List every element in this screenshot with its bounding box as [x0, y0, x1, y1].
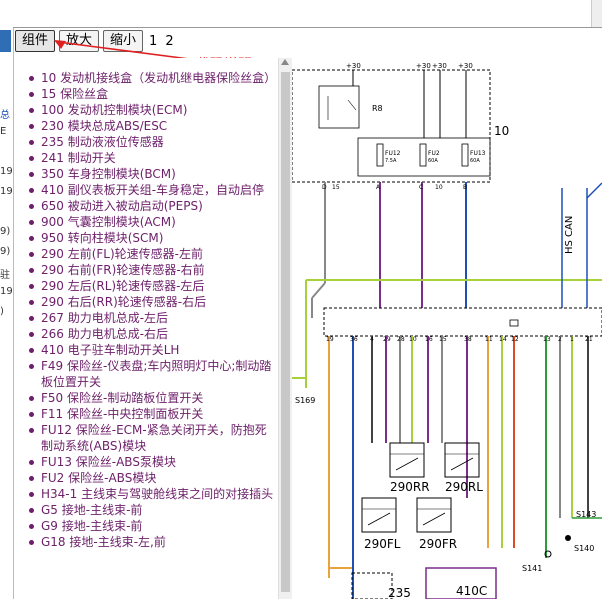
list-scrollbar[interactable] — [278, 58, 292, 599]
module-pin: 19 — [326, 336, 334, 343]
module-pin: 36 — [350, 336, 358, 343]
module-pin: 15 — [439, 336, 447, 343]
left-fragment: 9) — [0, 226, 11, 237]
left-fragment: 9) — [0, 246, 11, 257]
diagram-lines — [292, 69, 602, 599]
component-list-item[interactable]: 290 左前(FL)轮速传感器-左前 — [29, 246, 275, 262]
component-list-item[interactable]: G5 接地-主线束-前 — [29, 502, 275, 518]
connector-pin: B — [463, 184, 468, 191]
module-pin: 29 — [383, 336, 391, 343]
component-list-item[interactable]: 950 转向柱模块(SCM) — [29, 230, 275, 246]
component-list-item[interactable]: F50 保险丝-制动踏板位置开关 — [29, 390, 275, 406]
relay-label: R8 — [372, 104, 383, 113]
component-list-item[interactable]: 900 气囊控制模块(ACM) — [29, 214, 275, 230]
left-pane-edge: 总 E 19 19 9) 9) 驻 19 ) — [0, 0, 14, 599]
module-pin: 2 — [558, 336, 562, 343]
component-list-item[interactable]: 241 制动开关 — [29, 150, 275, 166]
left-pane-tab[interactable] — [0, 30, 11, 52]
component-list-item[interactable]: 290 右前(FR)轮速传感器-右前 — [29, 262, 275, 278]
component-list-item[interactable]: 267 助力电机总成-左后 — [29, 310, 275, 326]
module-pin: 1 — [570, 336, 574, 343]
connector-pin: 15 — [332, 184, 340, 191]
window-corner — [591, 0, 602, 27]
left-fragment: 19 — [0, 186, 13, 197]
hs-can-label: HS CAN — [564, 215, 575, 254]
left-fragment: 19 — [0, 166, 13, 177]
component-button[interactable]: 组件 — [15, 30, 56, 52]
component-list-item[interactable]: FU13 保险丝-ABS泵模块 — [29, 454, 275, 470]
component-list-item[interactable]: H34-1 主线束与驾驶舱线束之间的对接插头 — [29, 486, 275, 502]
fuse-name: FU12 — [385, 150, 401, 157]
supply-label: +30 — [458, 62, 473, 70]
component-list-item[interactable]: 10 发动机接线盒（发动机继电器保险丝盒） — [29, 70, 275, 86]
module-pin: 10 — [409, 336, 417, 343]
module-pin: 38 — [464, 336, 472, 343]
module-pin: 4 — [370, 336, 374, 343]
component-235-label: 235 — [388, 586, 411, 599]
component-list-item[interactable]: 410 副仪表板开关组-车身稳定，自动启停 — [29, 182, 275, 198]
component-list-item[interactable]: F11 保险丝-中央控制面板开关 — [29, 406, 275, 422]
component-list-item[interactable]: G9 接地-主线束-前 — [29, 518, 275, 534]
component-list-item[interactable]: 650 被动进入被动启动(PEPS) — [29, 198, 275, 214]
component-list-item[interactable]: 15 保险丝盒 — [29, 86, 275, 102]
wiring-diagram: +30 +30 +30 +30 R8 10 FU12 7.5A FU2 60A … — [292, 58, 602, 599]
scroll-thumb[interactable] — [281, 72, 290, 592]
left-fragment: ) — [0, 306, 4, 317]
component-list-item[interactable]: FU2 保险丝-ABS模块 — [29, 470, 275, 486]
connector-pin: A — [376, 184, 381, 191]
component-list-item[interactable]: F49 保险丝-仪表盘;车内照明灯中心;制动踏板位置开关 — [29, 358, 275, 390]
component-list-item[interactable]: 230 模块总成ABS/ESC — [29, 118, 275, 134]
component-list-item[interactable]: 350 车身控制模块(BCM) — [29, 166, 275, 182]
sensor-label-fl: 290FL — [364, 537, 401, 551]
module-pin: 14 — [499, 336, 507, 343]
left-fragment: 19 — [0, 286, 13, 297]
component-list-item[interactable]: 410 电子驻车制动开关LH — [29, 342, 275, 358]
module-pin: 11 — [485, 336, 493, 343]
splice-label: S140 — [574, 544, 595, 553]
supply-label: +30 — [346, 62, 361, 70]
component-list: 10 发动机接线盒（发动机继电器保险丝盒） 15 保险丝盒 100 发动机控制模块(… — [15, 58, 275, 550]
component-list-item[interactable]: 100 发动机控制模块(ECM) — [29, 102, 275, 118]
sensor-label-rr: 290RR — [390, 480, 430, 494]
top-strip — [13, 0, 602, 28]
component-list-item[interactable]: 235 制动液液位传感器 — [29, 134, 275, 150]
splice-label: S169 — [295, 396, 316, 405]
left-fragment: 驻 — [0, 270, 10, 281]
splice-label: S141 — [522, 564, 543, 573]
sensor-label-rl: 290RL — [445, 480, 483, 494]
component-list-item[interactable]: 290 右后(RR)轮速传感器-右后 — [29, 294, 275, 310]
module-pin: 21 — [585, 336, 593, 343]
sensor-label-fr: 290FR — [419, 537, 458, 551]
module-pin: 28 — [397, 336, 405, 343]
component-list-panel: 10 发动机接线盒（发动机继电器保险丝盒） 15 保险丝盒 100 发动机控制模块(… — [15, 58, 275, 599]
component-410c-label: 410C — [456, 584, 488, 598]
junction-box-label: 10 — [494, 124, 510, 138]
splice-label: S143 — [576, 510, 597, 519]
component-list-item[interactable]: FU12 保险丝-ECM-紧急关闭开关，防抱死制动系统(ABS)模块 — [29, 422, 275, 454]
fuse-name: FU13 — [470, 150, 486, 157]
component-list-item[interactable]: 266 助力电机总成-右后 — [29, 326, 275, 342]
left-fragment: E — [0, 126, 7, 137]
scroll-up-icon[interactable] — [281, 59, 289, 65]
module-pin: 13 — [543, 336, 551, 343]
connector-pin: D — [322, 184, 327, 191]
fuse-name: FU2 — [428, 150, 440, 157]
module-pin: 16 — [425, 336, 433, 343]
module-pin: 12 — [511, 336, 519, 343]
left-fragment: 总 — [0, 110, 10, 121]
supply-label: +30 — [416, 62, 431, 70]
fuse-rating: 60A — [470, 158, 480, 164]
connector-pin: 10 — [435, 184, 443, 191]
component-list-item[interactable]: 290 左后(RL)轮速传感器-左后 — [29, 278, 275, 294]
connector-pin: C — [419, 184, 424, 191]
component-list-item[interactable]: G18 接地-主线束-左,前 — [29, 534, 275, 550]
supply-label: +30 — [432, 62, 447, 70]
fuse-rating: 60A — [428, 158, 438, 164]
fuse-rating: 7.5A — [385, 158, 397, 164]
